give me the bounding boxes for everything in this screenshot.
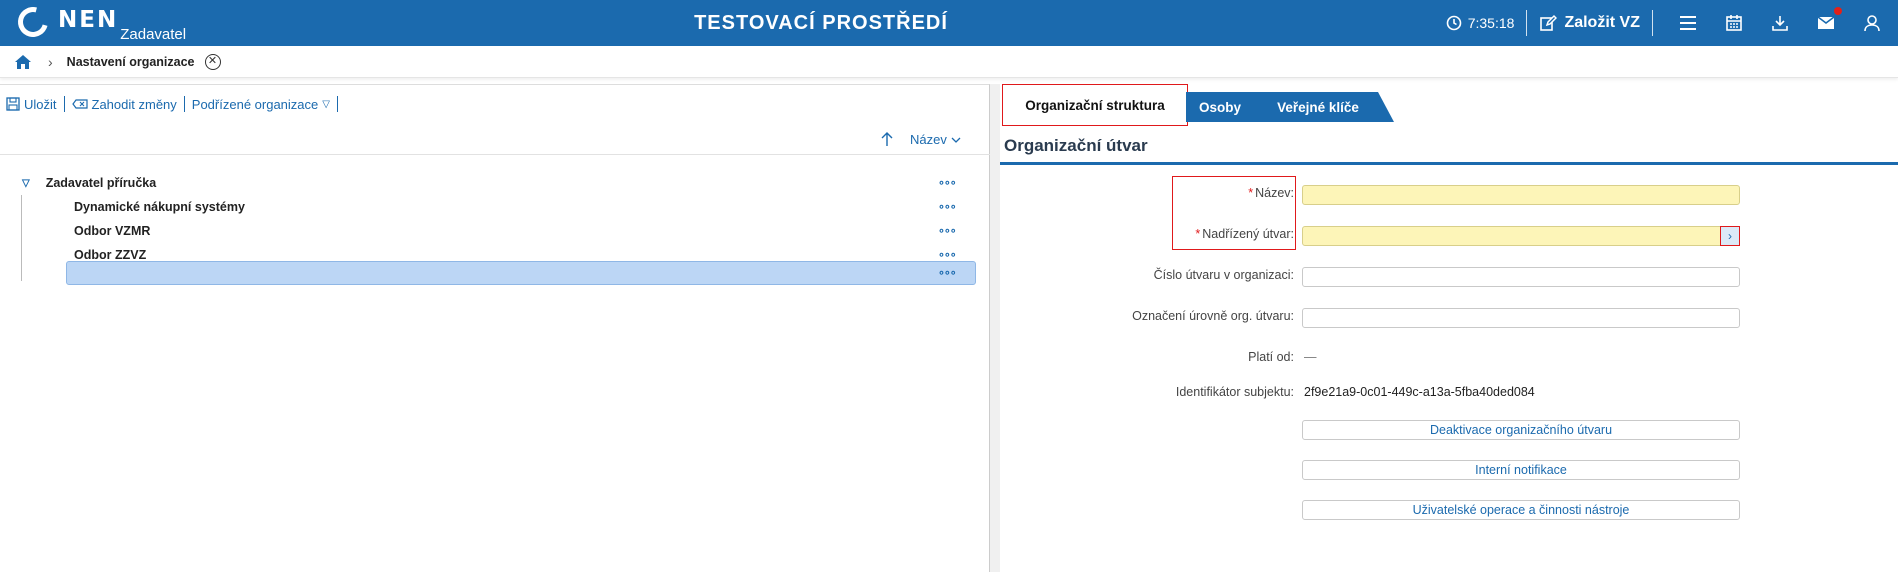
tree-node-selected[interactable] — [66, 261, 976, 285]
tree-toolbar: Uložit Zahodit změny Podřízené organizac… — [0, 91, 989, 117]
discard-label: Zahodit změny — [91, 96, 177, 112]
create-vz-label: Založit VZ — [1564, 14, 1640, 31]
valid-from-value: — — [1304, 350, 1317, 364]
section-title: Organizační útvar — [1004, 136, 1148, 155]
subject-identifier-value: 2f9e21a9-0c01-449c-a13a-5fba40ded084 — [1304, 385, 1535, 399]
toolbar-divider — [63, 96, 65, 112]
discard-icon — [71, 99, 88, 109]
more-options-icon[interactable]: ∘∘∘ — [938, 200, 957, 213]
top-bar: NEN Zadavatel TESTOVACÍ PROSTŘEDÍ 7:35:1… — [0, 0, 1898, 46]
close-tab-icon[interactable]: ✕ — [204, 53, 221, 70]
tree-guide-line — [21, 195, 22, 281]
session-clock: 7:35:18 — [1446, 15, 1515, 31]
triangle-down-icon: ▽ — [322, 98, 330, 110]
sort-label: Název — [910, 132, 947, 147]
more-options-icon[interactable]: ∘∘∘ — [938, 248, 957, 261]
chevron-right-picker-icon[interactable]: › — [1720, 226, 1740, 246]
save-icon — [6, 97, 20, 111]
internal-notifications-button[interactable]: Interní notifikace — [1302, 460, 1740, 480]
toolbar-divider — [1652, 10, 1653, 36]
more-options-icon[interactable]: ∘∘∘ — [938, 224, 957, 237]
name-field-label: * Název: — [1248, 186, 1294, 200]
mail-notification-badge — [1834, 7, 1842, 15]
breadcrumb: › Nastavení organizace ✕ — [0, 46, 1898, 78]
breadcrumb-current: Nastavení organizace — [66, 54, 195, 69]
edit-icon — [1540, 14, 1558, 31]
detail-tabs: Organizační struktura Osoby Veřejné klíč… — [1002, 84, 1394, 126]
tree-node[interactable]: Odbor VZMR — [74, 219, 150, 243]
chevron-right-icon: › — [48, 53, 53, 70]
unit-number-field-label: Číslo útvaru v organizaci: — [1153, 268, 1294, 282]
collapse-toggle-icon[interactable]: ▽ — [22, 178, 30, 189]
tree-node-root[interactable]: ▽ Zadavatel příručka — [22, 171, 156, 195]
save-button[interactable]: Uložit — [6, 97, 57, 112]
mail-icon[interactable] — [1814, 7, 1842, 35]
parent-unit-field-label: * Nadřízený útvar: — [1195, 227, 1294, 241]
valid-from-label: Platí od: — [1248, 350, 1294, 364]
sort-ascending-icon[interactable] — [880, 131, 894, 147]
organization-tree-panel: Uložit Zahodit změny Podřízené organizac… — [0, 84, 990, 572]
toolbar-divider — [1526, 10, 1528, 36]
tree-node-label: Odbor ZZVZ — [74, 248, 147, 262]
tree-node-label: Dynamické nákupní systémy — [74, 200, 245, 214]
more-options-icon[interactable]: ∘∘∘ — [938, 176, 957, 189]
clock-icon — [1446, 15, 1462, 31]
tree-node[interactable]: Dynamické nákupní systémy — [74, 195, 245, 219]
create-vz-button[interactable]: Založit VZ — [1539, 14, 1640, 32]
subject-identifier-label: Identifikátor subjektu: — [1175, 385, 1294, 399]
chevron-down-icon — [951, 137, 961, 143]
sort-by-name-dropdown[interactable]: Název — [910, 132, 961, 147]
environment-title: TESTOVACÍ PROSTŘEDÍ — [694, 12, 948, 34]
sort-bar: Název — [0, 125, 990, 155]
unit-number-input[interactable] — [1302, 267, 1740, 287]
subordinate-organizations-dropdown[interactable]: Podřízené organizace ▽ — [192, 97, 330, 112]
tree-node-label: Zadavatel příručka — [45, 176, 157, 190]
level-designation-input[interactable] — [1302, 308, 1740, 328]
subordinate-label: Podřízené organizace — [191, 96, 319, 112]
tab-organization-structure[interactable]: Organizační struktura — [1002, 84, 1188, 126]
home-icon[interactable] — [14, 54, 32, 70]
tab-public-keys[interactable]: Veřejné klíče — [1258, 92, 1394, 122]
section-divider — [1000, 162, 1898, 165]
toolbar-divider — [183, 96, 185, 112]
level-designation-field-label: Označení úrovně org. útvaru: — [1132, 309, 1294, 323]
user-operations-button[interactable]: Uživatelské operace a činnosti nástroje — [1302, 500, 1740, 520]
discard-changes-button[interactable]: Zahodit změny — [71, 96, 177, 112]
user-icon[interactable] — [1860, 11, 1884, 35]
parent-unit-input[interactable] — [1302, 226, 1740, 246]
more-options-icon[interactable]: ∘∘∘ — [938, 266, 957, 279]
save-label: Uložit — [24, 96, 57, 112]
download-icon[interactable] — [1768, 11, 1792, 35]
toolbar-divider — [336, 96, 338, 112]
tree-node-label: Odbor VZMR — [74, 224, 151, 238]
calendar-icon[interactable] — [1722, 11, 1746, 35]
tab-persons[interactable]: Osoby — [1186, 92, 1274, 122]
clock-time: 7:35:18 — [1467, 15, 1515, 31]
detail-panel: Organizační struktura Osoby Veřejné klíč… — [990, 84, 1898, 572]
name-input[interactable] — [1302, 185, 1740, 205]
deactivate-unit-button[interactable]: Deaktivace organizačního útvaru — [1302, 420, 1740, 440]
menu-icon[interactable] — [1676, 11, 1700, 35]
